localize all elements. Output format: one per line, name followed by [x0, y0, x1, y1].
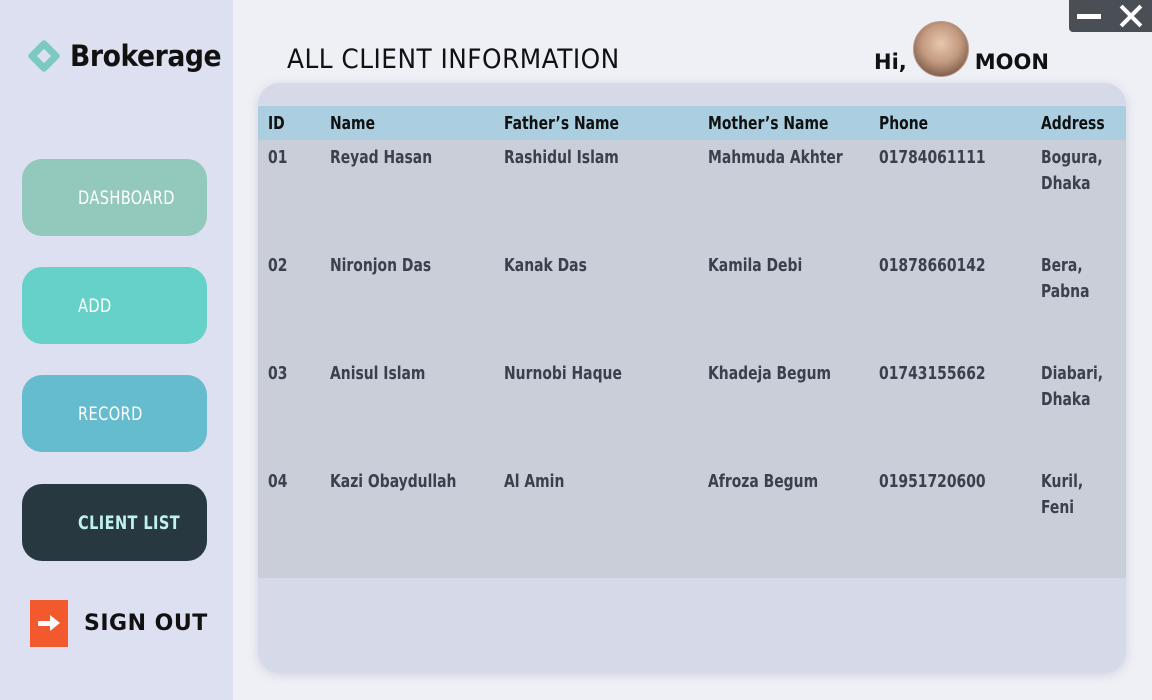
record-button[interactable]: RECORD	[22, 375, 207, 452]
greeting-text: Hi,	[874, 50, 907, 74]
cell-id: 01	[268, 147, 288, 168]
minimize-icon[interactable]	[1077, 13, 1102, 19]
table-row[interactable]: 04 Kazi Obaydullah Al Amin Afroza Begum …	[258, 469, 1126, 577]
diamond-logo-icon	[26, 38, 62, 74]
window-controls	[1069, 0, 1152, 32]
cell-address: Bogura, Dhaka	[1041, 147, 1103, 194]
table-row[interactable]: 01 Reyad Hasan Rashidul Islam Mahmuda Ak…	[258, 145, 1126, 253]
cell-id: 02	[268, 255, 288, 276]
exit-arrow-icon	[30, 600, 68, 647]
dashboard-button-label: DASHBOARD	[78, 186, 175, 209]
user-name: MOON	[974, 50, 1049, 74]
sign-out-label: SIGN OUT	[84, 611, 208, 636]
cell-father-name: Kanak Das	[504, 255, 587, 276]
dashboard-button[interactable]: DASHBOARD	[22, 159, 207, 236]
cell-phone: 01743155662	[879, 363, 986, 384]
cell-father-name: Nurnobi Haque	[504, 363, 622, 384]
cell-mother-name: Kamila Debi	[708, 255, 803, 276]
column-header-name: Name	[330, 113, 376, 134]
cell-mother-name: Khadeja Begum	[708, 363, 831, 384]
cell-father-name: Rashidul Islam	[504, 147, 619, 168]
client-table-panel: ID Name Father’s Name Mother’s Name Phon…	[258, 83, 1126, 673]
table-row[interactable]: 02 Nironjon Das Kanak Das Kamila Debi 01…	[258, 253, 1126, 361]
cell-name: Reyad Hasan	[330, 147, 433, 168]
cell-father-name: Al Amin	[504, 471, 565, 492]
sidebar: Brokerage DASHBOARD ADD RECORD CLIENT LI…	[0, 0, 233, 700]
cell-phone: 01784061111	[879, 147, 986, 168]
table-header: ID Name Father’s Name Mother’s Name Phon…	[258, 106, 1126, 140]
cell-address: Diabari, Dhaka	[1041, 363, 1104, 410]
cell-id: 03	[268, 363, 288, 384]
app-name: Brokerage	[70, 39, 222, 73]
column-header-address: Address	[1041, 113, 1105, 134]
column-header-mother-name: Mother’s Name	[708, 113, 829, 134]
table-row[interactable]: 03 Anisul Islam Nurnobi Haque Khadeja Be…	[258, 361, 1126, 469]
cell-mother-name: Mahmuda Akhter	[708, 147, 843, 168]
close-icon[interactable]	[1118, 3, 1144, 29]
sign-out-button[interactable]: SIGN OUT	[30, 600, 208, 647]
add-button[interactable]: ADD	[22, 267, 207, 344]
cell-mother-name: Afroza Begum	[708, 471, 819, 492]
cell-phone: 01878660142	[879, 255, 986, 276]
column-header-id: ID	[268, 113, 285, 134]
column-header-father-name: Father’s Name	[504, 113, 619, 134]
client-list-button[interactable]: CLIENT LIST	[22, 484, 207, 561]
app-logo: Brokerage	[26, 36, 234, 76]
user-greeting: Hi, MOON	[874, 20, 1049, 78]
cell-phone: 01951720600	[879, 471, 986, 492]
avatar[interactable]	[912, 21, 969, 77]
cell-address: Kuril, Feni	[1041, 471, 1084, 518]
page-title: ALL CLIENT INFORMATION	[287, 44, 620, 75]
cell-address: Bera, Pabna	[1041, 255, 1090, 302]
cell-name: Anisul Islam	[330, 363, 426, 384]
client-list-button-label: CLIENT LIST	[78, 511, 181, 534]
cell-name: Kazi Obaydullah	[330, 471, 457, 492]
add-button-label: ADD	[78, 294, 112, 317]
cell-id: 04	[268, 471, 288, 492]
column-header-phone: Phone	[879, 113, 929, 134]
record-button-label: RECORD	[78, 402, 143, 425]
cell-name: Nironjon Das	[330, 255, 432, 276]
